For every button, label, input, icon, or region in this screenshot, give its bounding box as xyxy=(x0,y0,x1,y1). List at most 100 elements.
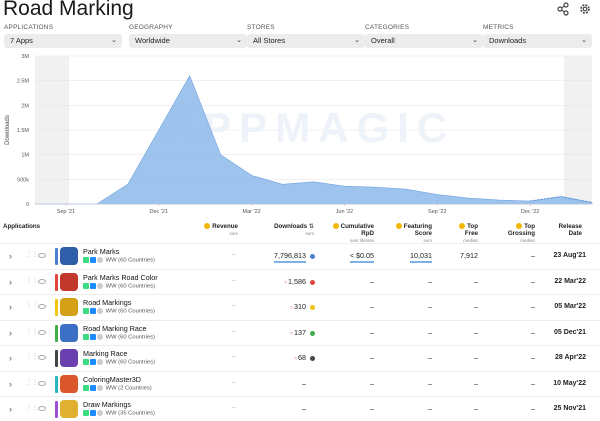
revenue-value: – xyxy=(232,379,236,386)
app-name-link[interactable]: Draw Markings xyxy=(83,400,131,409)
drag-handle-icon[interactable]: ⋮⋮ xyxy=(26,379,38,386)
expand-chevron-icon[interactable]: › xyxy=(9,277,12,287)
featuring-text: – xyxy=(428,302,432,311)
categories-dropdown[interactable]: Overall ⌄ xyxy=(365,34,483,48)
col-rpd[interactable]: Cumulative RpD over lifetime xyxy=(320,223,374,244)
featuring-text: – xyxy=(428,327,432,337)
app-icon[interactable] xyxy=(60,323,78,342)
app-icon[interactable] xyxy=(60,400,78,418)
rpd-value: – xyxy=(330,404,374,413)
filter-metrics: METRICS Downloads ⌄ xyxy=(483,24,592,48)
visibility-eye-icon[interactable] xyxy=(38,380,46,386)
featuring-value: – xyxy=(392,302,432,311)
visibility-eye-icon[interactable] xyxy=(38,329,46,335)
chevron-down-icon: ⌄ xyxy=(236,37,242,44)
expand-chevron-icon[interactable]: › xyxy=(9,379,12,389)
expand-chevron-icon[interactable]: › xyxy=(9,302,12,312)
applications-dropdown[interactable]: 7 Apps ⌄ xyxy=(4,34,122,48)
app-name-link[interactable]: Road Marking Race xyxy=(83,324,147,333)
rpd-text: – xyxy=(370,378,374,388)
table-row[interactable]: › ⋮⋮ Road Markings WW (60 Countries) – ≈310 –… xyxy=(0,294,600,319)
app-icon[interactable] xyxy=(60,374,78,393)
col-topfree[interactable]: Top Free median xyxy=(452,223,478,244)
drag-handle-icon[interactable]: ⋮⋮ xyxy=(26,353,38,360)
app-stores: WW (60 Countries) xyxy=(83,308,155,315)
table-row[interactable]: › ⋮⋮ Park Marks WW (60 Countries) – 7,796,81… xyxy=(0,243,600,268)
app-icon[interactable] xyxy=(60,298,78,316)
app-name-link[interactable]: ColoringMaster3D xyxy=(83,375,141,384)
chevron-down-icon: ⌄ xyxy=(111,37,117,44)
app-icon[interactable] xyxy=(60,247,78,265)
expand-chevron-icon[interactable]: › xyxy=(9,404,12,414)
app-store-icon xyxy=(90,257,96,263)
visibility-eye-icon[interactable] xyxy=(38,406,46,411)
featuring-value: 10,031 xyxy=(392,251,432,263)
globe-icon xyxy=(97,410,103,416)
series-color-bar xyxy=(55,299,58,316)
col-downloads[interactable]: Downloads ⇅ sum xyxy=(268,223,314,237)
metrics-dropdown[interactable]: Downloads ⌄ xyxy=(483,34,592,48)
filter-stores: STORES All Stores ⌄ xyxy=(247,24,365,48)
drag-handle-icon[interactable]: ⋮⋮ xyxy=(26,404,38,411)
downloads-value: 7,796,813 xyxy=(258,251,306,263)
share-icon[interactable] xyxy=(556,2,570,16)
downloads-text: 137 xyxy=(294,327,306,337)
app-icon[interactable] xyxy=(60,272,78,291)
rpd-text: – xyxy=(370,404,374,413)
y-tick-label: 1.5M xyxy=(17,128,30,134)
google-play-icon xyxy=(83,333,89,340)
visibility-eye-icon[interactable] xyxy=(38,304,46,309)
drag-handle-icon[interactable]: ⋮⋮ xyxy=(26,328,38,335)
topfree-value: – xyxy=(474,378,478,388)
col-revenue[interactable]: Revenue sum xyxy=(200,223,238,237)
app-name-link[interactable]: Road Markings xyxy=(83,298,131,307)
downloads-text: – xyxy=(302,404,306,413)
table-row[interactable]: › ⋮⋮ Park Marks Road Color WW (60 Countrie… xyxy=(0,268,600,294)
globe-icon xyxy=(97,308,103,314)
data-point xyxy=(437,194,439,196)
col-topfree-label: Top Free xyxy=(464,223,478,237)
topgrossing-value: – xyxy=(531,302,535,311)
series-dot xyxy=(310,305,315,310)
filter-label: METRICS xyxy=(483,24,514,31)
series-dot xyxy=(310,254,315,259)
stores-dropdown[interactable]: All Stores ⌄ xyxy=(247,34,365,48)
visibility-eye-icon[interactable] xyxy=(38,253,46,258)
filter-label: STORES xyxy=(247,24,275,31)
info-icon xyxy=(395,223,402,230)
col-topgrossing[interactable]: Top Grossing median xyxy=(505,223,535,244)
featuring-text: 10,031 xyxy=(410,251,432,263)
app-name-link[interactable]: Park Marks Road Color xyxy=(83,273,158,282)
expand-chevron-icon[interactable]: › xyxy=(9,328,12,338)
downloads-value: ≈68 xyxy=(258,353,306,362)
table-row[interactable]: › ⋮⋮ Road Marking Race WW (60 Countries) – ≈… xyxy=(0,319,600,345)
geography-dropdown[interactable]: Worldwide ⌄ xyxy=(129,34,247,48)
col-applications[interactable]: Applications xyxy=(3,223,40,230)
filter-label: GEOGRAPHY xyxy=(129,24,173,31)
col-featuring[interactable]: Featuring Score sum xyxy=(392,223,432,244)
filter-label: APPLICATIONS xyxy=(4,24,54,31)
y-tick-label: 3M xyxy=(21,54,29,60)
app-countries: WW (60 Countries) xyxy=(105,257,155,264)
expand-chevron-icon[interactable]: › xyxy=(9,353,12,363)
app-icon[interactable] xyxy=(60,349,78,367)
google-play-icon xyxy=(83,308,89,314)
dropdown-value: Overall xyxy=(371,36,395,45)
drag-handle-icon[interactable]: ⋮⋮ xyxy=(26,251,38,258)
table-row[interactable]: › ⋮⋮ Draw Markings WW (35 Countries) – – – – – –… xyxy=(0,396,600,421)
visibility-eye-icon[interactable] xyxy=(38,355,46,360)
downloads-chart[interactable]: 0500k1M1.5M2M2.5M3MDownloads APPMAGICSep … xyxy=(0,52,600,220)
downloads-value: – xyxy=(258,379,306,388)
app-countries: WW (60 Countries) xyxy=(105,359,155,366)
app-name-link[interactable]: Park Marks xyxy=(83,247,119,256)
drag-handle-icon[interactable]: ⋮⋮ xyxy=(26,302,38,309)
col-release[interactable]: Release Date xyxy=(556,223,582,237)
drag-handle-icon[interactable]: ⋮⋮ xyxy=(26,277,38,284)
visibility-eye-icon[interactable] xyxy=(38,278,46,284)
data-point xyxy=(127,184,129,186)
app-name-link[interactable]: Marking Race xyxy=(83,349,127,358)
gear-icon[interactable] xyxy=(578,2,592,16)
table-row[interactable]: › ⋮⋮ ColoringMaster3D WW (2 Countries) – – – –… xyxy=(0,370,600,396)
table-row[interactable]: › ⋮⋮ Marking Race WW (60 Countries) – ≈68 – – –… xyxy=(0,345,600,370)
expand-chevron-icon[interactable]: › xyxy=(9,251,12,261)
